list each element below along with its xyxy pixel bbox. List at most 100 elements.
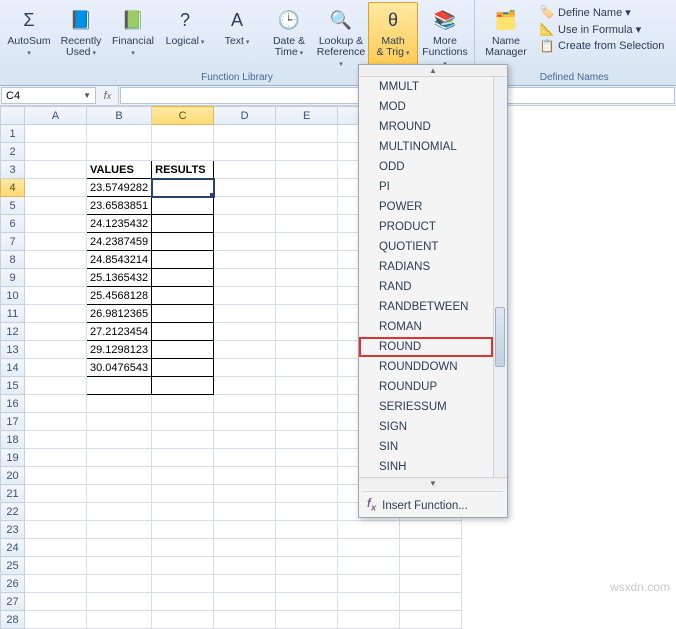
cell-C22[interactable] bbox=[152, 503, 214, 521]
cell-A6[interactable] bbox=[25, 215, 87, 233]
cell-A1[interactable] bbox=[25, 125, 87, 143]
row-header-21[interactable]: 21 bbox=[1, 485, 25, 503]
cell-B1[interactable] bbox=[87, 125, 152, 143]
row-header-6[interactable]: 6 bbox=[1, 215, 25, 233]
cell-C11[interactable] bbox=[152, 305, 214, 323]
cell-B25[interactable] bbox=[87, 557, 152, 575]
cell-J26[interactable] bbox=[400, 575, 462, 593]
cell-D14[interactable] bbox=[214, 359, 276, 377]
cell-A5[interactable] bbox=[25, 197, 87, 215]
cell-D20[interactable] bbox=[214, 467, 276, 485]
cell-A25[interactable] bbox=[25, 557, 87, 575]
cell-C17[interactable] bbox=[152, 413, 214, 431]
cell-C7[interactable] bbox=[152, 233, 214, 251]
cell-C3[interactable]: RESULTS bbox=[152, 161, 214, 179]
cell-A15[interactable] bbox=[25, 377, 87, 395]
cell-D15[interactable] bbox=[214, 377, 276, 395]
cell-C28[interactable] bbox=[152, 611, 214, 629]
cell-C9[interactable] bbox=[152, 269, 214, 287]
cell-B9[interactable]: 25.1365432 bbox=[87, 269, 152, 287]
cell-E15[interactable] bbox=[276, 377, 338, 395]
cell-I28[interactable] bbox=[338, 611, 400, 629]
autosum-button[interactable]: Σ AutoSum ▾ bbox=[4, 2, 54, 71]
cell-B11[interactable]: 26.9812365 bbox=[87, 305, 152, 323]
cell-A16[interactable] bbox=[25, 395, 87, 413]
cell-E28[interactable] bbox=[276, 611, 338, 629]
cell-B28[interactable] bbox=[87, 611, 152, 629]
cell-B12[interactable]: 27.2123454 bbox=[87, 323, 152, 341]
cell-D25[interactable] bbox=[214, 557, 276, 575]
cell-B16[interactable] bbox=[87, 395, 152, 413]
cell-B10[interactable]: 25.4568128 bbox=[87, 287, 152, 305]
insert-function-item[interactable]: fx Insert Function... bbox=[359, 494, 507, 517]
cell-D17[interactable] bbox=[214, 413, 276, 431]
cell-E20[interactable] bbox=[276, 467, 338, 485]
cell-B15[interactable] bbox=[87, 377, 152, 395]
cell-E17[interactable] bbox=[276, 413, 338, 431]
cell-C8[interactable] bbox=[152, 251, 214, 269]
cell-C6[interactable] bbox=[152, 215, 214, 233]
cell-D23[interactable] bbox=[214, 521, 276, 539]
dropdown-scrollbar[interactable] bbox=[493, 77, 507, 477]
cell-A20[interactable] bbox=[25, 467, 87, 485]
dropdown-item-odd[interactable]: ODD bbox=[359, 157, 493, 177]
cell-E6[interactable] bbox=[276, 215, 338, 233]
row-header-13[interactable]: 13 bbox=[1, 341, 25, 359]
cell-C13[interactable] bbox=[152, 341, 214, 359]
row-header-12[interactable]: 12 bbox=[1, 323, 25, 341]
cell-J27[interactable] bbox=[400, 593, 462, 611]
cell-B18[interactable] bbox=[87, 431, 152, 449]
cell-D7[interactable] bbox=[214, 233, 276, 251]
cell-J24[interactable] bbox=[400, 539, 462, 557]
cell-D9[interactable] bbox=[214, 269, 276, 287]
dropdown-item-mod[interactable]: MOD bbox=[359, 97, 493, 117]
cell-C2[interactable] bbox=[152, 143, 214, 161]
cell-C25[interactable] bbox=[152, 557, 214, 575]
row-header-9[interactable]: 9 bbox=[1, 269, 25, 287]
row-header-3[interactable]: 3 bbox=[1, 161, 25, 179]
cell-E12[interactable] bbox=[276, 323, 338, 341]
cell-E23[interactable] bbox=[276, 521, 338, 539]
cell-E5[interactable] bbox=[276, 197, 338, 215]
cell-C19[interactable] bbox=[152, 449, 214, 467]
cell-A11[interactable] bbox=[25, 305, 87, 323]
cell-A27[interactable] bbox=[25, 593, 87, 611]
cell-D26[interactable] bbox=[214, 575, 276, 593]
cell-D16[interactable] bbox=[214, 395, 276, 413]
cell-B7[interactable]: 24.2387459 bbox=[87, 233, 152, 251]
cell-E27[interactable] bbox=[276, 593, 338, 611]
dropdown-scroll-up[interactable]: ▲ bbox=[359, 65, 507, 77]
cell-E19[interactable] bbox=[276, 449, 338, 467]
cell-E14[interactable] bbox=[276, 359, 338, 377]
defined-names-create-from-selection[interactable]: 📋Create from Selection bbox=[538, 38, 666, 54]
col-header-A[interactable]: A bbox=[25, 107, 87, 125]
row-header-7[interactable]: 7 bbox=[1, 233, 25, 251]
row-header-4[interactable]: 4 bbox=[1, 179, 25, 197]
row-header-27[interactable]: 27 bbox=[1, 593, 25, 611]
cell-J28[interactable] bbox=[400, 611, 462, 629]
cell-D11[interactable] bbox=[214, 305, 276, 323]
cell-E10[interactable] bbox=[276, 287, 338, 305]
cell-D3[interactable] bbox=[214, 161, 276, 179]
cell-B6[interactable]: 24.1235432 bbox=[87, 215, 152, 233]
cell-D1[interactable] bbox=[214, 125, 276, 143]
cell-B4[interactable]: 23.5749282 bbox=[87, 179, 152, 197]
cell-J23[interactable] bbox=[400, 521, 462, 539]
cell-D24[interactable] bbox=[214, 539, 276, 557]
cell-D28[interactable] bbox=[214, 611, 276, 629]
cell-E7[interactable] bbox=[276, 233, 338, 251]
cell-C5[interactable] bbox=[152, 197, 214, 215]
col-header-D[interactable]: D bbox=[214, 107, 276, 125]
cell-D22[interactable] bbox=[214, 503, 276, 521]
dropdown-item-power[interactable]: POWER bbox=[359, 197, 493, 217]
fx-icon[interactable]: fx bbox=[97, 86, 119, 105]
cell-C18[interactable] bbox=[152, 431, 214, 449]
cell-A26[interactable] bbox=[25, 575, 87, 593]
cell-A22[interactable] bbox=[25, 503, 87, 521]
cell-E18[interactable] bbox=[276, 431, 338, 449]
dropdown-item-multinomial[interactable]: MULTINOMIAL bbox=[359, 137, 493, 157]
row-header-1[interactable]: 1 bbox=[1, 125, 25, 143]
name-box[interactable]: C4 ▼ bbox=[1, 87, 96, 104]
cell-B20[interactable] bbox=[87, 467, 152, 485]
cell-E25[interactable] bbox=[276, 557, 338, 575]
